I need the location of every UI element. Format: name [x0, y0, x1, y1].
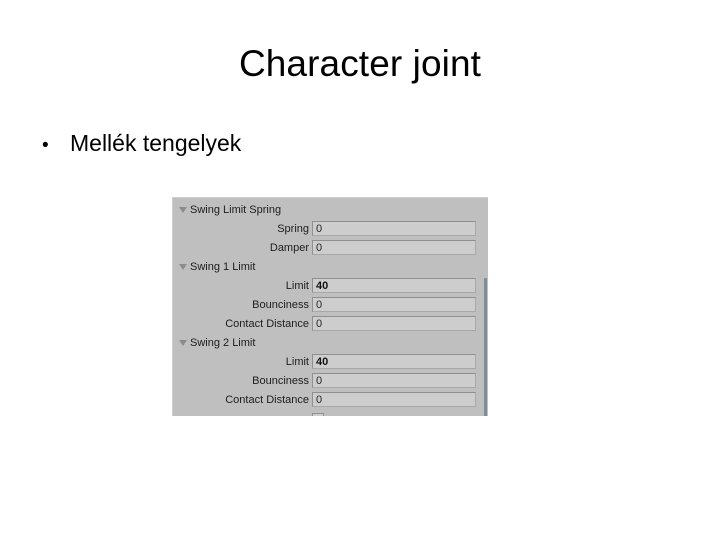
inspector-property-list: Swing Limit Spring Spring 0 Damper 0 Swi… — [173, 200, 488, 416]
property-label: Damper — [269, 241, 309, 254]
triangle-down-icon[interactable] — [176, 339, 190, 346]
slide-canvas: Character joint • Mellék tengelyek Swing… — [0, 0, 720, 540]
property-row-clipped[interactable] — [173, 409, 488, 416]
list-item-label: Mellék tengelyek — [70, 130, 242, 156]
triangle-down-icon[interactable] — [176, 206, 190, 213]
foldout-swing-1-limit[interactable]: Swing 1 Limit — [173, 257, 488, 276]
bullet-point-icon: • — [42, 135, 49, 156]
property-row-swing1-limit[interactable]: Limit 40 — [173, 276, 488, 295]
bullet-list: • Mellék tengelyek — [36, 130, 676, 157]
foldout-swing-limit-spring[interactable]: Swing Limit Spring — [173, 200, 488, 219]
property-label: Bounciness — [252, 298, 309, 311]
swing2-limit-input[interactable]: 40 — [312, 354, 476, 369]
property-row-spring[interactable]: Spring 0 — [173, 219, 488, 238]
swing1-contact-distance-input[interactable]: 0 — [312, 316, 476, 331]
foldout-swing-2-limit[interactable]: Swing 2 Limit — [173, 333, 488, 352]
property-label: Bounciness — [252, 374, 309, 387]
property-label: Contact Distance — [225, 317, 309, 330]
swing2-contact-distance-input[interactable]: 0 — [312, 392, 476, 407]
damper-input[interactable]: 0 — [312, 240, 476, 255]
page-title: Character joint — [238, 43, 482, 84]
triangle-down-icon[interactable] — [176, 263, 190, 270]
foldout-label: Swing 2 Limit — [190, 336, 256, 349]
property-row-damper[interactable]: Damper 0 — [173, 238, 488, 257]
foldout-label: Swing 1 Limit — [190, 260, 256, 273]
property-row-swing1-bounciness[interactable]: Bounciness 0 — [173, 295, 488, 314]
property-row-swing2-limit[interactable]: Limit 40 — [173, 352, 488, 371]
list-item: • Mellék tengelyek — [36, 130, 676, 157]
swing1-bounciness-input[interactable]: 0 — [312, 297, 476, 312]
property-row-swing2-bounciness[interactable]: Bounciness 0 — [173, 371, 488, 390]
property-label: Contact Distance — [225, 393, 309, 406]
foldout-label: Swing Limit Spring — [190, 203, 282, 216]
unity-inspector-panel: Swing Limit Spring Spring 0 Damper 0 Swi… — [172, 197, 488, 416]
scrollbar-thumb[interactable] — [484, 278, 487, 416]
spring-input[interactable]: 0 — [312, 221, 476, 236]
vertical-scrollbar[interactable] — [483, 198, 488, 416]
property-row-swing2-contact-distance[interactable]: Contact Distance 0 — [173, 390, 488, 409]
swing1-limit-input[interactable]: 40 — [312, 278, 476, 293]
property-row-swing1-contact-distance[interactable]: Contact Distance 0 — [173, 314, 488, 333]
checkbox-input[interactable] — [312, 412, 324, 416]
property-label: Spring — [277, 222, 309, 235]
property-label: Limit — [285, 355, 309, 368]
swing2-bounciness-input[interactable]: 0 — [312, 373, 476, 388]
property-label: Limit — [285, 279, 309, 292]
